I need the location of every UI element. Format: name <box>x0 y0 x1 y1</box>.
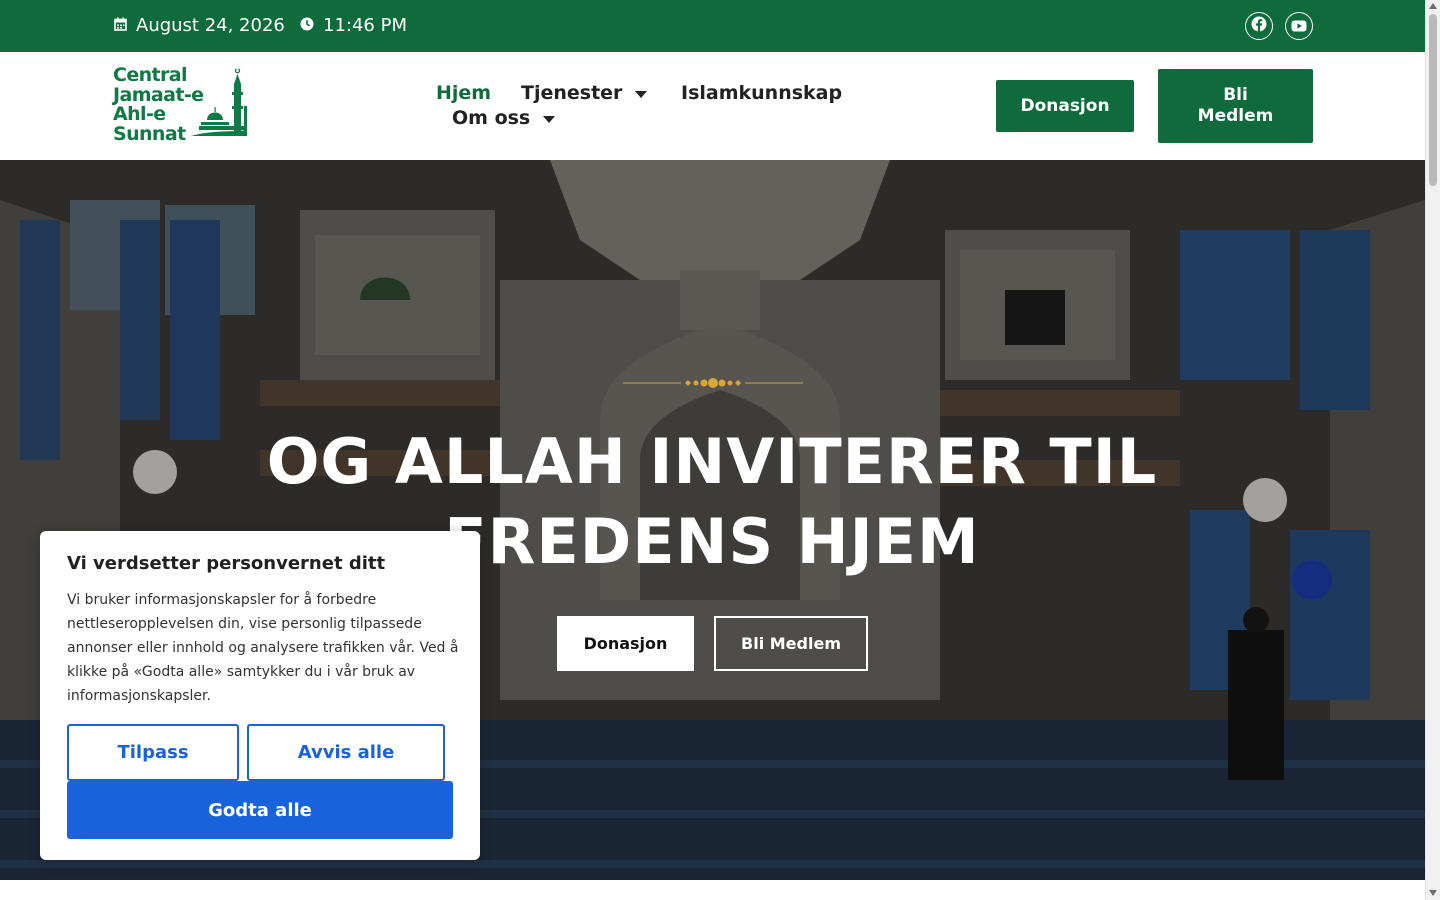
nav-item-hjem[interactable]: Hjem <box>436 82 491 104</box>
youtube-link[interactable] <box>1285 12 1313 40</box>
clock-icon <box>300 15 314 36</box>
facebook-icon <box>1251 16 1267 36</box>
cookie-consent-dialog: Vi verdsetter personvernet ditt Vi bruke… <box>40 531 480 860</box>
nav-item-islamkunnskap[interactable]: Islamkunnskap <box>681 82 842 104</box>
logo-text: Central Jamaat-e Ahl-e Sunnat <box>113 64 204 145</box>
hero-donate-button[interactable]: Donasjon <box>557 616 694 671</box>
calendar-icon <box>114 15 127 36</box>
header-member-button[interactable]: Bli Medlem <box>1158 69 1313 143</box>
date-display: August 24, 2026 <box>114 15 285 36</box>
time-display: 11:46 PM <box>300 15 407 36</box>
customize-button[interactable]: Tilpass <box>67 724 239 781</box>
logo-line-4: Sunnat <box>113 122 186 145</box>
page-scrollbar[interactable] <box>1425 0 1440 900</box>
time-text: 11:46 PM <box>323 15 407 36</box>
accept-all-button[interactable]: Godta alle <box>67 781 453 839</box>
logo-line-1: Central <box>113 64 188 86</box>
top-info-bar: August 24, 2026 11:46 PM <box>0 0 1425 52</box>
site-header: Central Jamaat-e Ahl-e Sunnat Hjem Tjene… <box>0 52 1425 160</box>
member-label-line-2: Medlem <box>1197 106 1274 126</box>
nav-label-hjem: Hjem <box>436 82 492 104</box>
scroll-down-arrow-icon[interactable] <box>1429 890 1437 896</box>
site-logo[interactable]: Central Jamaat-e Ahl-e Sunnat <box>113 64 253 148</box>
chevron-down-icon <box>635 90 648 98</box>
nav-item-om-oss[interactable]: Om oss <box>452 107 556 129</box>
youtube-icon <box>1291 17 1307 36</box>
hero-title-line-1: OG ALLAH INVITERER TIL <box>266 425 1158 498</box>
decorative-ornament-icon <box>623 378 803 388</box>
facebook-link[interactable] <box>1245 12 1273 40</box>
nav-label-islamkunnskap: Islamkunnskap <box>681 82 843 104</box>
cookie-title: Vi verdsetter personvernet ditt <box>67 553 386 574</box>
header-donate-button[interactable]: Donasjon <box>996 80 1134 132</box>
scrollbar-thumb[interactable] <box>1429 14 1437 186</box>
cookie-description: Vi bruker informasjonskapsler for å forb… <box>67 592 459 704</box>
logo-line-3: Ahl-e <box>113 103 166 125</box>
nav-item-tjenester[interactable]: Tjenester <box>521 82 648 104</box>
hero-member-button[interactable]: Bli Medlem <box>714 616 868 671</box>
date-text: August 24, 2026 <box>136 15 285 36</box>
member-label-line-1: Bli <box>1223 85 1248 105</box>
nav-label-tjenester: Tjenester <box>521 82 623 104</box>
reject-all-button[interactable]: Avvis alle <box>247 724 445 781</box>
nav-label-om-oss: Om oss <box>452 107 531 129</box>
mosque-icon <box>191 68 247 136</box>
scroll-up-arrow-icon[interactable] <box>1429 3 1437 9</box>
chevron-down-icon <box>543 115 556 123</box>
